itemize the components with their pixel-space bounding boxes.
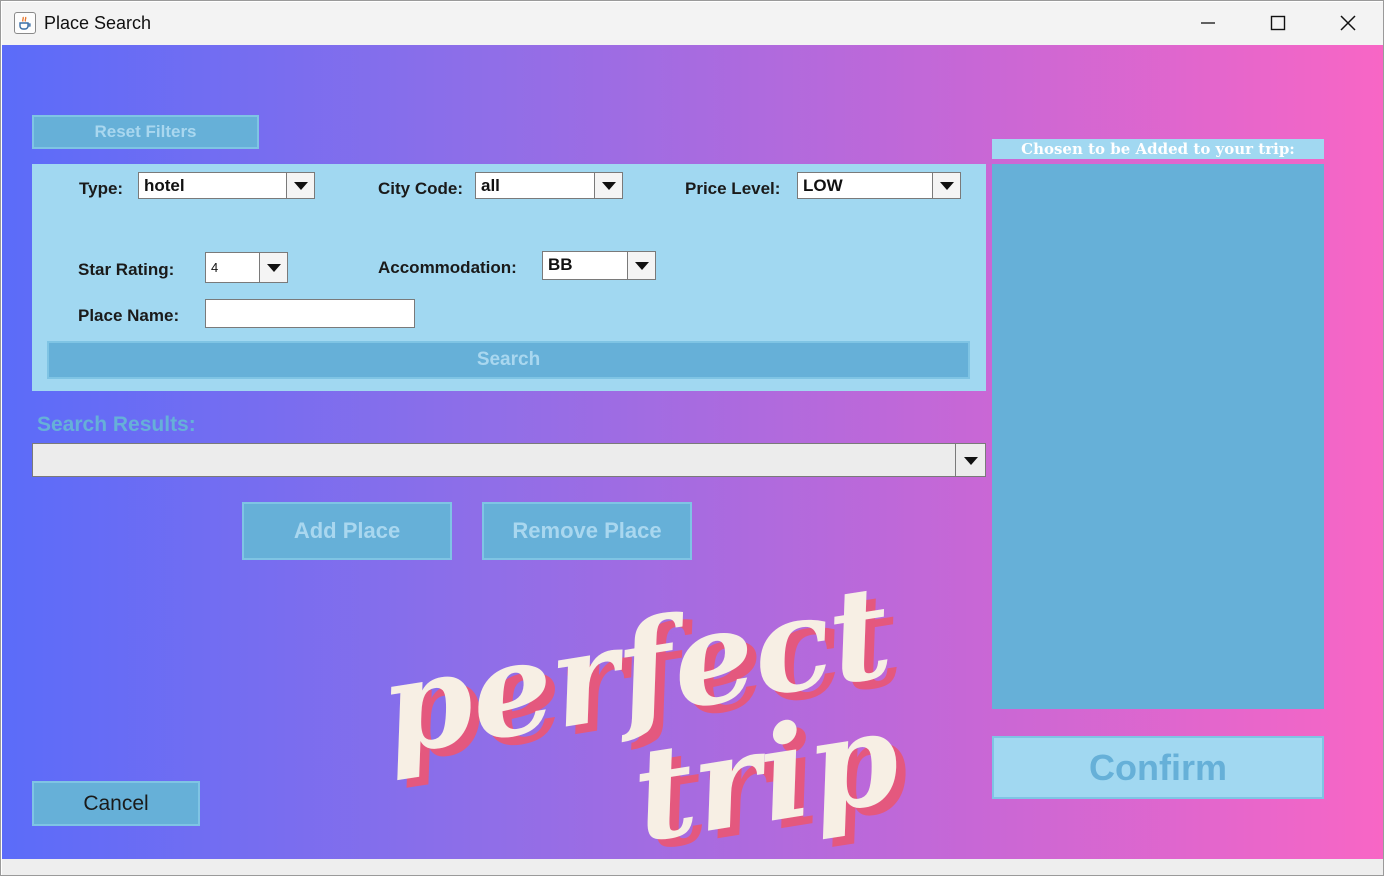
price-level-select[interactable]: LOW <box>797 172 961 199</box>
cancel-button[interactable]: Cancel <box>32 781 200 826</box>
city-code-dropdown-button[interactable] <box>594 173 622 198</box>
star-rating-select[interactable]: 4 <box>205 252 288 283</box>
chevron-down-icon <box>602 182 616 190</box>
reset-filters-button[interactable]: Reset Filters <box>32 115 259 149</box>
window-title: Place Search <box>44 13 152 33</box>
close-icon <box>1340 15 1356 31</box>
city-code-label: City Code: <box>378 179 463 198</box>
star-rating-label: Star Rating: <box>78 260 175 279</box>
price-level-label: Price Level: <box>685 179 781 198</box>
price-level-dropdown-button[interactable] <box>932 173 960 198</box>
cancel-label: Cancel <box>83 791 149 815</box>
java-cup-icon <box>14 12 36 34</box>
filter-panel: Type: hotel City Code: all Price Level: … <box>32 164 986 391</box>
type-label: Type: <box>79 179 124 198</box>
window-bottom-edge <box>2 859 1383 875</box>
accommodation-label: Accommodation: <box>378 258 517 277</box>
chevron-down-icon <box>267 264 281 272</box>
star-rating-dropdown-button[interactable] <box>259 253 287 282</box>
place-search-window: Place Search Reset Filters Type: hotel C… <box>0 0 1384 876</box>
star-rating-value: 4 <box>211 260 219 275</box>
chosen-list-label: Chosen to be Added to your trip: <box>992 139 1324 159</box>
place-name-input[interactable] <box>205 299 415 328</box>
chevron-down-icon <box>940 182 954 190</box>
main-content: Reset Filters Type: hotel City Code: all… <box>2 45 1383 859</box>
city-code-value: all <box>481 176 500 195</box>
maximize-icon <box>1270 15 1286 31</box>
title-bar: Place Search <box>2 2 1383 45</box>
search-button[interactable]: Search <box>47 341 970 379</box>
confirm-label: Confirm <box>1089 746 1227 788</box>
city-code-select[interactable]: all <box>475 172 623 199</box>
minimize-icon <box>1201 22 1215 24</box>
chevron-down-icon <box>635 262 649 270</box>
search-results-label: Search Results: <box>37 413 196 436</box>
perfect-trip-logo: perfect perfect trip trip <box>371 557 918 859</box>
search-results-select[interactable] <box>32 443 986 477</box>
chosen-places-list[interactable] <box>992 164 1324 709</box>
type-dropdown-button[interactable] <box>286 173 314 198</box>
type-select[interactable]: hotel <box>138 172 315 199</box>
search-results-dropdown-button[interactable] <box>955 444 985 476</box>
reset-filters-label: Reset Filters <box>94 122 197 141</box>
type-value: hotel <box>144 176 185 195</box>
place-name-label: Place Name: <box>78 306 180 325</box>
chevron-down-icon <box>964 457 978 465</box>
maximize-button[interactable] <box>1244 2 1314 45</box>
remove-place-label: Remove Place <box>512 518 662 543</box>
price-level-value: LOW <box>803 176 843 195</box>
add-place-label: Add Place <box>293 518 401 543</box>
accommodation-value: BB <box>548 255 573 274</box>
search-button-label: Search <box>476 349 541 370</box>
accommodation-select[interactable]: BB <box>542 251 656 280</box>
accommodation-dropdown-button[interactable] <box>627 252 655 279</box>
confirm-button[interactable]: Confirm <box>992 736 1324 799</box>
close-button[interactable] <box>1314 2 1383 45</box>
chevron-down-icon <box>294 182 308 190</box>
minimize-button[interactable] <box>1174 2 1244 45</box>
